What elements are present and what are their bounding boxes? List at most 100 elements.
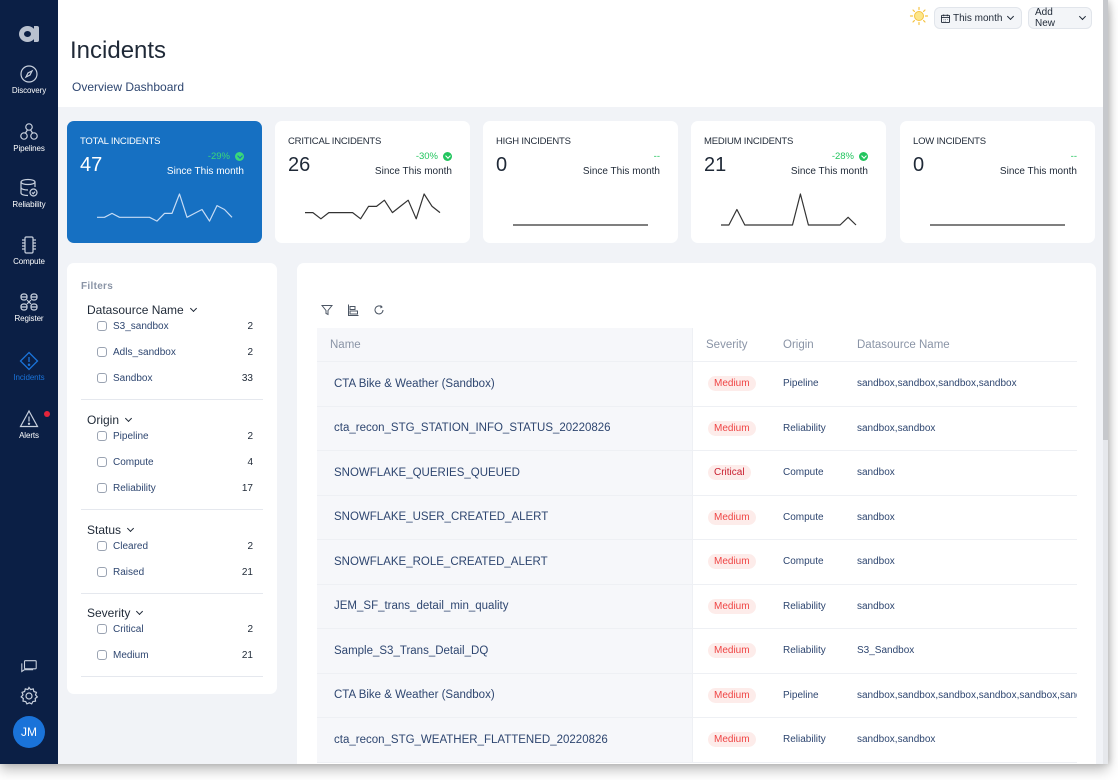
sidebar-item-label: Reliability (12, 200, 46, 209)
sidebar-item-reliability[interactable]: Reliability (0, 178, 58, 209)
page-title: Incidents (70, 37, 167, 64)
incident-name[interactable]: SNOWFLAKE_ROLE_CREATED_ALERT (317, 540, 693, 584)
date-range-dropdown[interactable]: This month (934, 7, 1022, 29)
sidebar-item-label: Register (14, 314, 44, 323)
column-header-severity[interactable]: Severity (693, 339, 771, 351)
column-header-name[interactable]: Name (317, 328, 693, 361)
scrollbar-thumb[interactable] (1103, 0, 1108, 440)
filter-option[interactable]: Raised 21 (81, 559, 263, 585)
sidebar-item-incidents[interactable]: Incidents (0, 351, 58, 382)
card-value: 26 (288, 154, 311, 176)
sidebar-item-pipelines[interactable]: Pipelines (0, 122, 58, 153)
filter-option-label: Raised (113, 566, 145, 578)
severity-cell: Medium (693, 598, 771, 614)
severity-badge: Medium (708, 509, 756, 525)
messages-icon[interactable] (20, 658, 38, 676)
filter-option[interactable]: Compute 4 (81, 449, 263, 475)
delta-value: -28% (831, 151, 854, 162)
chevron-down-icon (124, 414, 133, 423)
sun-icon[interactable] (909, 6, 929, 26)
filter-option[interactable]: Sandbox 33 (81, 365, 263, 391)
sidebar-item-label: Alerts (19, 431, 39, 440)
filter-option[interactable]: Reliability 17 (81, 475, 263, 501)
checkbox[interactable] (97, 483, 107, 493)
refresh-icon[interactable] (373, 304, 385, 316)
app-logo[interactable] (19, 24, 39, 44)
incident-name[interactable]: cta_recon_STG_STATION_INFO_STATUS_202208… (317, 406, 693, 450)
column-header-origin[interactable]: Origin (771, 339, 844, 351)
checkbox[interactable] (97, 431, 107, 441)
table-row[interactable]: CTA Bike & Weather (Sandbox) Medium Pipeli… (317, 362, 1077, 407)
sidebar-item-alerts[interactable]: Alerts (0, 409, 58, 440)
incident-name[interactable]: SNOWFLAKE_QUERIES_QUEUED (317, 451, 693, 495)
chip-icon (22, 236, 36, 254)
filter-option-label: Reliability (113, 482, 156, 494)
divider (81, 593, 263, 594)
sidebar-bottom: JM (0, 658, 58, 748)
sidebar-item-compute[interactable]: Compute (0, 235, 58, 266)
chevron-down-icon (1007, 12, 1015, 21)
sidebar-item-discovery[interactable]: Discovery (0, 64, 58, 95)
card-title: CRITICAL INCIDENTS (288, 136, 382, 147)
table-row[interactable]: Sample_S3_Trans_Detail_DQ Medium Reliabili… (317, 629, 1077, 674)
table-row[interactable]: CTA Bike & Weather (Sandbox) Medium Pipeli… (317, 673, 1077, 718)
filter-group-name: Status (87, 523, 122, 537)
table-row[interactable]: SNOWFLAKE_ROLE_CREATED_ALERT Medium Comput… (317, 540, 1077, 585)
checkbox[interactable] (97, 373, 107, 383)
card-delta: -- (1071, 151, 1077, 162)
filter-option-count: 17 (241, 482, 253, 494)
incident-name[interactable]: JEM_SF_trans_detail_min_quality (317, 584, 693, 628)
filter-option[interactable]: Adls_sandbox 2 (81, 339, 263, 365)
sidebar-item-register[interactable]: Register (0, 292, 58, 323)
add-new-dropdown[interactable]: Add New (1028, 7, 1092, 29)
filter-option-label: S3_sandbox (113, 320, 169, 332)
table-row[interactable]: cta_recon_STG_STATION_INFO_STATUS_202208… (317, 406, 1077, 451)
checkbox[interactable] (97, 457, 107, 467)
table-row[interactable]: SNOWFLAKE_QUERIES_QUEUED Critical Compute s… (317, 451, 1077, 496)
card-critical-incidents[interactable]: CRITICAL INCIDENTS 26 -30% Since This mo… (275, 121, 470, 243)
page-scrollbar[interactable] (1103, 0, 1108, 764)
severity-cell: Medium (693, 509, 771, 525)
filter-option-count: 4 (247, 456, 253, 468)
align-bars-icon[interactable] (347, 304, 359, 316)
datasource-cell: sandbox,sandbox (857, 734, 936, 746)
incident-name[interactable]: cta_recon_STG_WEATHER_FLATTENED_20220826 (317, 718, 693, 762)
table-row[interactable]: JEM_SF_trans_detail_min_quality Medium Rel… (317, 584, 1077, 629)
datasource-cell: sandbox,sandbox,sandbox,sandbox,sandbox,… (857, 689, 1077, 701)
table-row[interactable]: cta_recon_STG_WEATHER_FLATTENED_20220826… (317, 718, 1077, 763)
checkbox[interactable] (97, 321, 107, 331)
user-avatar[interactable]: JM (13, 716, 45, 748)
incident-name[interactable]: SNOWFLAKE_USER_CREATED_ALERT (317, 495, 693, 539)
origin-cell: Compute (783, 556, 824, 568)
gear-icon[interactable] (19, 686, 39, 706)
incident-name[interactable]: CTA Bike & Weather (Sandbox) (317, 362, 693, 406)
card-high-incidents[interactable]: HIGH INCIDENTS 0 -- Since This month (483, 121, 678, 243)
card-since: Since This month (999, 166, 1077, 177)
filter-option-label: Critical (113, 623, 144, 635)
page-subtitle[interactable]: Overview Dashboard (72, 80, 184, 94)
filter-icon[interactable] (321, 304, 333, 316)
filter-option[interactable]: Medium 21 (81, 642, 263, 668)
checkbox[interactable] (97, 347, 107, 357)
divider (81, 676, 263, 677)
sidebar-item-label: Discovery (11, 86, 47, 95)
sidebar-item-label: Compute (13, 257, 45, 266)
card-low-incidents[interactable]: LOW INCIDENTS 0 -- Since This month (900, 121, 1095, 243)
calendar-icon (941, 13, 950, 23)
card-title: MEDIUM INCIDENTS (704, 136, 794, 147)
checkbox[interactable] (97, 650, 107, 660)
origin-cell: Pipeline (783, 378, 819, 390)
card-total-incidents[interactable]: TOTAL INCIDENTS 47 -29% Since This month (67, 121, 262, 243)
incident-name[interactable]: Sample_S3_Trans_Detail_DQ (317, 629, 693, 673)
checkbox[interactable] (97, 541, 107, 551)
card-medium-incidents[interactable]: MEDIUM INCIDENTS 21 -28% Since This mont… (691, 121, 886, 243)
checkbox[interactable] (97, 624, 107, 634)
table-row[interactable]: SNOWFLAKE_USER_CREATED_ALERT Medium Comput… (317, 495, 1077, 540)
incident-name[interactable]: CTA Bike & Weather (Sandbox) (317, 673, 693, 717)
checkbox[interactable] (97, 567, 107, 577)
severity-cell: Medium (693, 732, 771, 748)
column-header-datasource[interactable]: Datasource Name (844, 339, 1077, 351)
filters-panel: Filters Datasource Name S3_sandbox 2 Adls… (67, 263, 277, 694)
filter-group-status: Status Cleared 2 Raised 21 (81, 523, 263, 594)
chevron-down-icon (126, 524, 135, 533)
